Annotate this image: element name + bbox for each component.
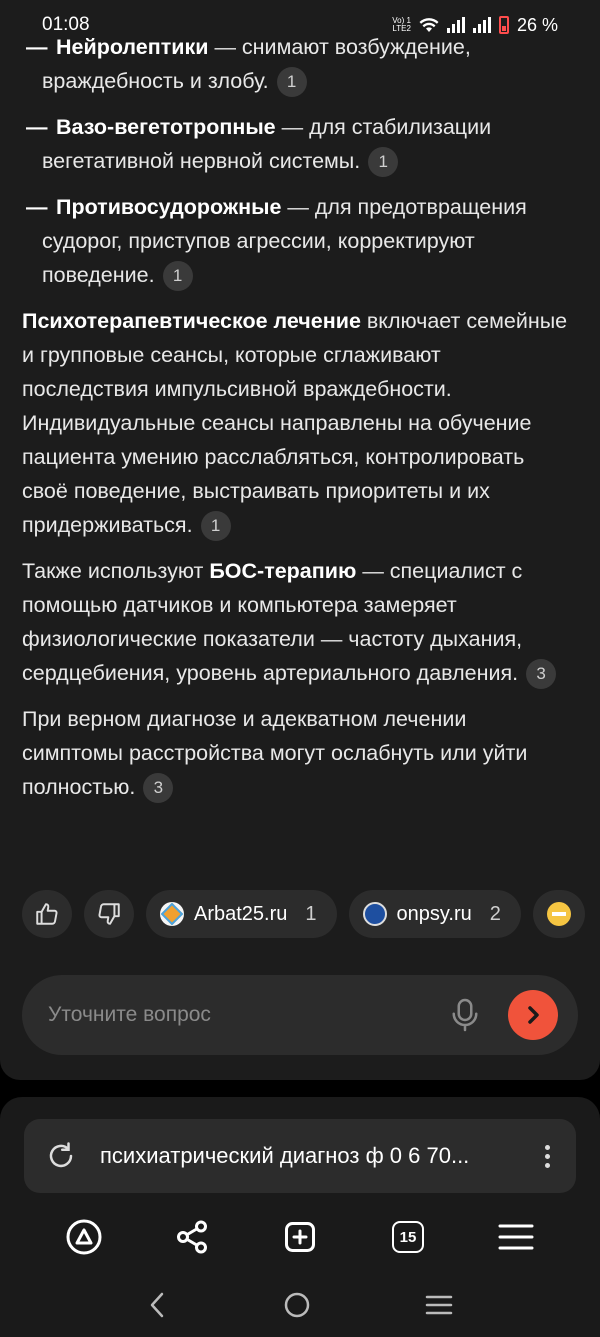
signal-icon xyxy=(472,17,491,33)
source-favicon-icon xyxy=(546,902,571,926)
source-name: Arbat25.ru xyxy=(194,902,288,925)
hamburger-icon xyxy=(498,1224,534,1250)
source-favicon-icon xyxy=(362,902,387,926)
chevron-right-icon xyxy=(528,1006,539,1024)
address-bar[interactable]: психиатрический диагноз ф 0 6 70... xyxy=(24,1119,576,1193)
share-button[interactable] xyxy=(164,1209,220,1265)
battery-icon xyxy=(498,16,509,34)
answer-content: — Нейролептики — снимают возбуждение, вр… xyxy=(22,30,572,816)
answer-actions-row: Arbat25.ru 1 onpsy.ru 2 xyxy=(22,890,600,940)
source-number: 2 xyxy=(489,902,501,925)
share-icon xyxy=(177,1220,207,1254)
recent-apps-icon[interactable] xyxy=(424,1293,454,1317)
battery-level: 26 % xyxy=(516,14,558,35)
status-bar: 01:08 Vo) 1 LTE2 26 % xyxy=(0,0,600,50)
source-chip[interactable]: onpsy.ru 2 xyxy=(348,890,521,938)
answer-card: — Нейролептики — снимают возбуждение, вр… xyxy=(0,0,600,1080)
source-chip[interactable]: Arbat25.ru 1 xyxy=(146,890,337,938)
paragraph-conclusion: При верном диагнозе и адекватном лечении… xyxy=(22,702,572,804)
thumbs-down-icon xyxy=(98,903,120,925)
wifi-icon xyxy=(419,18,439,32)
bullet-term: Вазо-вегетотропные xyxy=(56,115,276,139)
more-menu-icon[interactable] xyxy=(540,1144,554,1168)
source-number: 1 xyxy=(305,902,317,925)
volte-indicator: Vo) 1 LTE2 xyxy=(392,16,411,33)
bullet-term: Противосудорожные xyxy=(56,195,282,219)
microphone-icon[interactable] xyxy=(450,997,480,1033)
reference-badge[interactable]: 3 xyxy=(143,773,174,804)
alice-button[interactable] xyxy=(56,1209,112,1265)
browser-bottom-panel: психиатрический диагноз ф 0 6 70... 15 xyxy=(0,1097,600,1337)
tabs-button[interactable]: 15 xyxy=(380,1209,436,1265)
paragraph-bos-therapy: Также используют БОС-терапию — специалис… xyxy=(22,554,572,690)
source-favicon-icon xyxy=(160,902,184,926)
thumbs-up-icon xyxy=(36,903,58,925)
follow-up-placeholder: Уточните вопрос xyxy=(48,1003,211,1026)
reference-badge[interactable]: 3 xyxy=(526,659,557,690)
source-chip-partial[interactable] xyxy=(532,890,585,938)
status-time: 01:08 xyxy=(42,14,90,35)
list-item: — Противосудорожные — для предотвращения… xyxy=(22,190,572,292)
like-button[interactable] xyxy=(22,890,72,938)
system-navigation-bar xyxy=(0,1277,600,1333)
plus-square-icon xyxy=(285,1222,315,1252)
reload-icon[interactable] xyxy=(46,1141,76,1171)
reference-badge[interactable]: 1 xyxy=(368,147,399,178)
tabs-count-icon: 15 xyxy=(392,1221,424,1253)
new-tab-button[interactable] xyxy=(272,1209,328,1265)
source-name: onpsy.ru xyxy=(396,902,472,925)
home-icon[interactable] xyxy=(282,1290,312,1320)
paragraph-psychotherapy: Психотерапевтическое лечение включает се… xyxy=(22,304,572,542)
menu-button[interactable] xyxy=(488,1209,544,1265)
alice-icon xyxy=(66,1219,102,1255)
address-text: психиатрический диагноз ф 0 6 70... xyxy=(100,1143,470,1168)
signal-icon xyxy=(446,17,465,33)
send-button[interactable] xyxy=(508,990,558,1040)
reference-badge[interactable]: 1 xyxy=(276,67,307,98)
reference-badge[interactable]: 1 xyxy=(162,261,193,292)
dislike-button[interactable] xyxy=(84,890,134,938)
reference-badge[interactable]: 1 xyxy=(200,511,231,542)
back-icon[interactable] xyxy=(146,1291,170,1319)
browser-toolbar: 15 xyxy=(0,1209,600,1265)
list-item: — Вазо-вегетотропные — для стабилизации … xyxy=(22,110,572,178)
follow-up-input[interactable]: Уточните вопрос xyxy=(22,975,578,1055)
